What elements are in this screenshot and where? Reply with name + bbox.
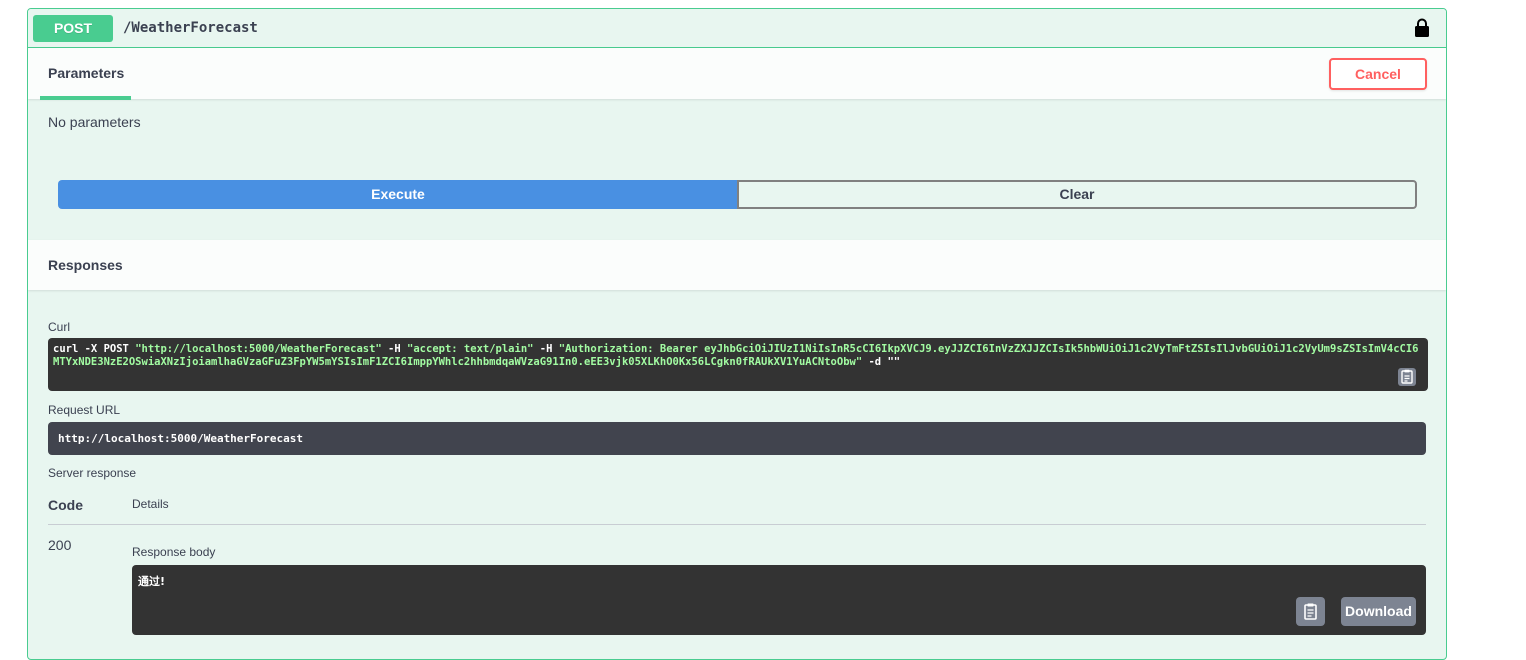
method-badge: POST — [33, 15, 113, 42]
curl-data-flag: -d "" — [862, 356, 901, 368]
clear-button[interactable]: Clear — [737, 180, 1417, 209]
request-url-value[interactable]: http://localhost:5000/WeatherForecast — [48, 422, 1426, 455]
table-divider — [48, 524, 1426, 525]
clipboard-icon — [1401, 369, 1413, 384]
curl-header-flag: -H — [381, 343, 408, 355]
tab-parameters[interactable]: Parameters — [40, 48, 131, 100]
curl-command[interactable]: curl -X POST "http://localhost:5000/Weat… — [48, 338, 1428, 391]
operation-summary[interactable]: POST /WeatherForecast — [28, 9, 1446, 48]
copy-response-button[interactable] — [1296, 597, 1325, 626]
execute-button[interactable]: Execute — [58, 180, 738, 209]
download-button[interactable]: Download — [1341, 597, 1416, 626]
curl-url: "http://localhost:5000/WeatherForecast" — [135, 343, 382, 355]
response-code-header: Code — [48, 497, 83, 513]
operation-block-post-weatherforecast: POST /WeatherForecast Parameters Cancel … — [27, 8, 1447, 660]
lock-icon[interactable] — [1414, 18, 1430, 38]
operation-path: /WeatherForecast — [123, 20, 258, 36]
response-body[interactable]: 通过! — [132, 565, 1426, 635]
response-details-header: Details — [132, 497, 169, 511]
responses-title: Responses — [48, 257, 123, 273]
curl-prefix: curl -X POST — [53, 343, 136, 355]
cancel-button[interactable]: Cancel — [1329, 58, 1427, 90]
server-response-label: Server response — [48, 466, 137, 480]
copy-curl-button[interactable] — [1398, 368, 1416, 386]
clipboard-icon — [1304, 603, 1317, 620]
curl-label: Curl — [48, 320, 71, 334]
parameters-header: Parameters Cancel — [28, 48, 1446, 100]
curl-header-flag: -H — [533, 343, 559, 355]
responses-header: Responses — [28, 240, 1446, 290]
request-url-label: Request URL — [48, 403, 121, 417]
no-parameters-text: No parameters — [48, 114, 141, 130]
curl-accept-header: "accept: text/plain" — [407, 343, 534, 355]
response-body-label: Response body — [132, 545, 216, 559]
response-status-code: 200 — [48, 537, 72, 553]
